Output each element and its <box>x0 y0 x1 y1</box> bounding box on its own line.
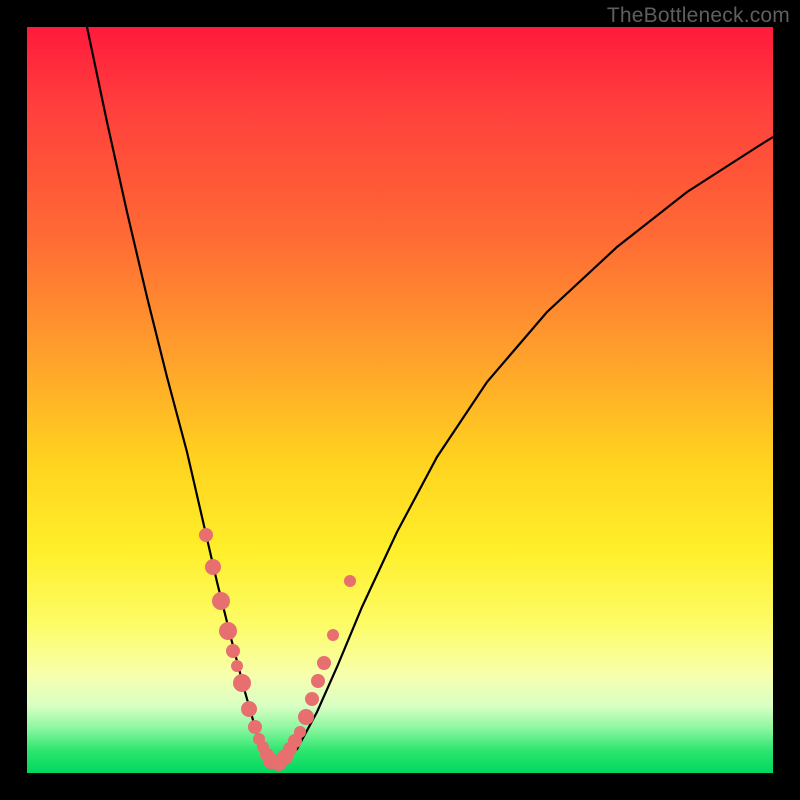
data-marker <box>305 692 319 706</box>
data-marker <box>248 720 262 734</box>
data-marker <box>205 559 221 575</box>
data-marker <box>231 660 243 672</box>
data-marker <box>317 656 331 670</box>
bottleneck-curve <box>87 27 773 767</box>
data-marker <box>219 622 237 640</box>
curve-svg <box>27 27 773 773</box>
data-marker <box>212 592 230 610</box>
data-marker <box>327 629 339 641</box>
data-marker <box>298 709 314 725</box>
data-marker <box>199 528 213 542</box>
data-marker <box>226 644 240 658</box>
data-marker <box>241 701 257 717</box>
plot-area <box>27 27 773 773</box>
chart-frame: TheBottleneck.com <box>0 0 800 800</box>
data-marker <box>344 575 356 587</box>
data-marker <box>311 674 325 688</box>
data-marker <box>294 726 306 738</box>
data-marker <box>233 674 251 692</box>
data-markers <box>199 528 356 771</box>
watermark-text: TheBottleneck.com <box>607 4 790 28</box>
